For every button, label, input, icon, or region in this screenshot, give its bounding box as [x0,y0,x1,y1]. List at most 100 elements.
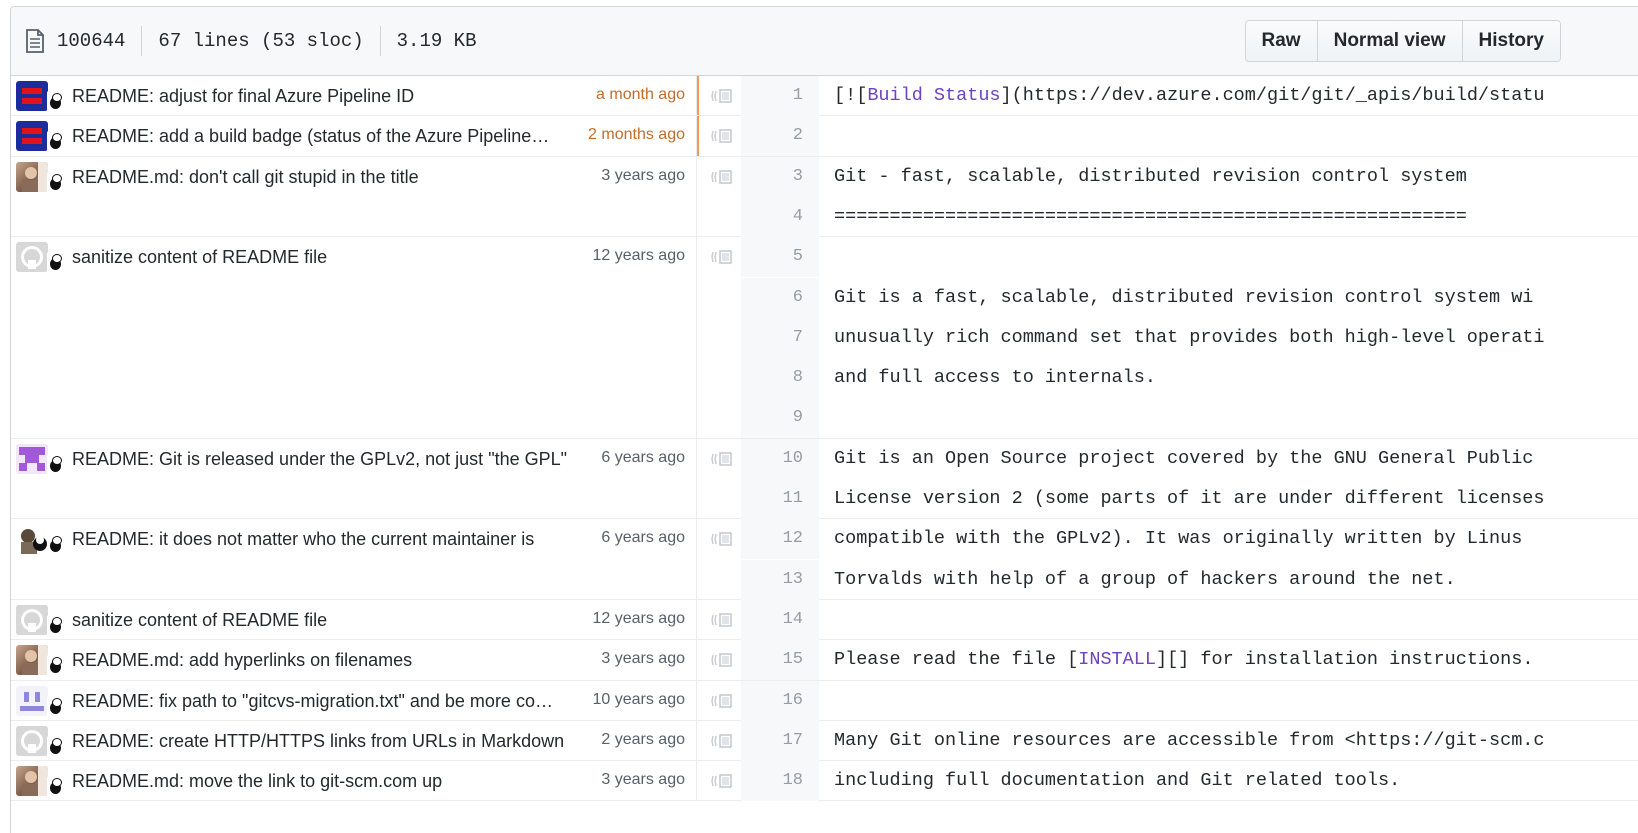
commit-message-link[interactable]: README.md: don't call git stupid in the … [72,157,419,197]
reblame-cell [699,721,741,761]
code-text: ](https://dev.azure.com/git/git/_apis/bu… [1000,85,1545,106]
commit-row: sanitize content of README file 12 years … [11,237,697,277]
reblame-cell [699,600,741,640]
azure-avatar [16,121,48,151]
line-number[interactable]: 14 [741,600,819,640]
line-number[interactable]: 6 [741,278,819,318]
commit-age: a month ago [596,86,685,103]
panda-shape [52,254,62,263]
code-line: including full documentation and Git rel… [834,770,1401,791]
panda-shape [52,657,62,666]
line-number[interactable]: 18 [741,761,819,801]
line-number[interactable]: 11 [741,479,819,519]
commit-age: 3 years ago [601,650,685,667]
line-number[interactable]: 8 [741,358,819,398]
commit-message-link[interactable]: README: add a build badge (status of the… [72,116,549,156]
commit-message-link[interactable]: README: adjust for final Azure Pipeline … [72,76,414,116]
line-number[interactable]: 13 [741,560,819,600]
line-number[interactable]: 16 [741,681,819,721]
octocat-avatar [16,242,48,272]
reblame-icon[interactable] [711,250,733,264]
commit-age: 3 years ago [601,167,685,184]
commit-row: README: it does not matter who the curre… [11,519,697,559]
commit-message-link[interactable]: sanitize content of README file [72,237,327,277]
code-text: ][] for installation instructions. [1155,649,1534,670]
commit-message-link[interactable]: README: it does not matter who the curre… [72,519,534,559]
commit-row: sanitize content of README file 12 years … [11,600,697,640]
reblame-cell [699,640,741,681]
line-number[interactable]: 2 [741,116,819,156]
azure-avatar [16,81,48,111]
commit-row: README: add a build badge (status of the… [11,116,697,156]
reblame-icon[interactable] [711,694,733,708]
commit-row: README.md: don't call git stupid in the … [11,157,697,197]
line-number[interactable]: 17 [741,721,819,761]
line-number[interactable]: 3 [741,157,819,197]
line-number[interactable]: 15 [741,640,819,680]
photo-avatar [16,766,48,796]
commit-message-link[interactable]: README.md: move the link to git-scm.com … [72,761,442,801]
panda-avatar-small [47,736,63,756]
line-number[interactable]: 1 [741,76,819,116]
file-actions: Raw Normal view History [1244,20,1561,62]
commit-row: README: adjust for final Azure Pipeline … [11,76,697,116]
commit-message-link[interactable]: sanitize content of README file [72,600,327,640]
code-line: Git is an Open Source project covered by… [834,448,1534,469]
reblame-icon[interactable] [711,129,733,143]
commit-message-link[interactable]: README.md: add hyperlinks on filenames [72,640,412,680]
panda-avatar-small [47,615,63,635]
line-number[interactable]: 4 [741,197,819,237]
code-text: [![ [834,85,868,106]
code-text: Please read the file [ [834,649,1079,670]
code-line: and full access to internals. [834,367,1156,388]
blame-commit: README: it does not matter who the curre… [11,519,697,600]
commit-message-link[interactable]: README: Git is released under the GPLv2,… [72,439,567,479]
file-icon [25,29,45,53]
line-number[interactable]: 10 [741,439,819,479]
panda-avatar-small [47,655,63,675]
commit-age: 6 years ago [601,449,685,466]
octocat-avatar [16,605,48,635]
line-number[interactable]: 9 [741,398,819,438]
panda-avatar-small [47,252,63,272]
code-line: Torvalds with help of a group of hackers… [834,569,1456,590]
photo-avatar [16,162,48,192]
panda-shape [52,133,62,142]
reblame-cell [699,157,741,237]
line-number[interactable]: 12 [741,519,819,559]
panda-shape [52,778,62,787]
reblame-icon[interactable] [711,734,733,748]
divider [141,26,143,56]
panda-avatar-small [47,172,63,192]
blame-commit: README: create HTTP/HTTPS links from URL… [11,721,697,761]
panda-avatar-small [47,696,63,716]
file-info: 100644 67 lines (53 sloc) 3.19 KB [25,7,476,75]
normal-view-button[interactable]: Normal view [1317,21,1463,61]
reblame-icon[interactable] [711,532,733,546]
blame-commit: README: add a build badge (status of the… [11,116,697,157]
reblame-icon[interactable] [711,774,733,788]
reblame-icon[interactable] [711,653,733,667]
panda-shape [52,93,62,102]
commit-age: 3 years ago [601,771,685,788]
raw-button[interactable]: Raw [1245,21,1318,61]
octocat-avatar [16,726,48,756]
line-number[interactable]: 5 [741,237,819,277]
reblame-cell [699,439,741,519]
reblame-icon[interactable] [711,170,733,184]
reblame-icon[interactable] [711,613,733,627]
file-size: 3.19 KB [396,30,477,52]
reblame-icon[interactable] [711,452,733,466]
code-line: Please read the file [INSTALL][] for ins… [819,640,1638,680]
commit-message-link[interactable]: README: fix path to "gitcvs-migration.tx… [72,681,553,721]
blame-view: 100644 67 lines (53 sloc) 3.19 KB Raw No… [10,6,1638,833]
reblame-cell [699,519,741,600]
line-number[interactable]: 7 [741,318,819,358]
reblame-icon[interactable] [711,89,733,103]
commit-message-link[interactable]: README: create HTTP/HTTPS links from URL… [72,721,564,761]
file-header: 100644 67 lines (53 sloc) 3.19 KB Raw No… [11,7,1638,76]
history-button[interactable]: History [1462,21,1560,61]
panda-avatar-small [47,776,63,796]
